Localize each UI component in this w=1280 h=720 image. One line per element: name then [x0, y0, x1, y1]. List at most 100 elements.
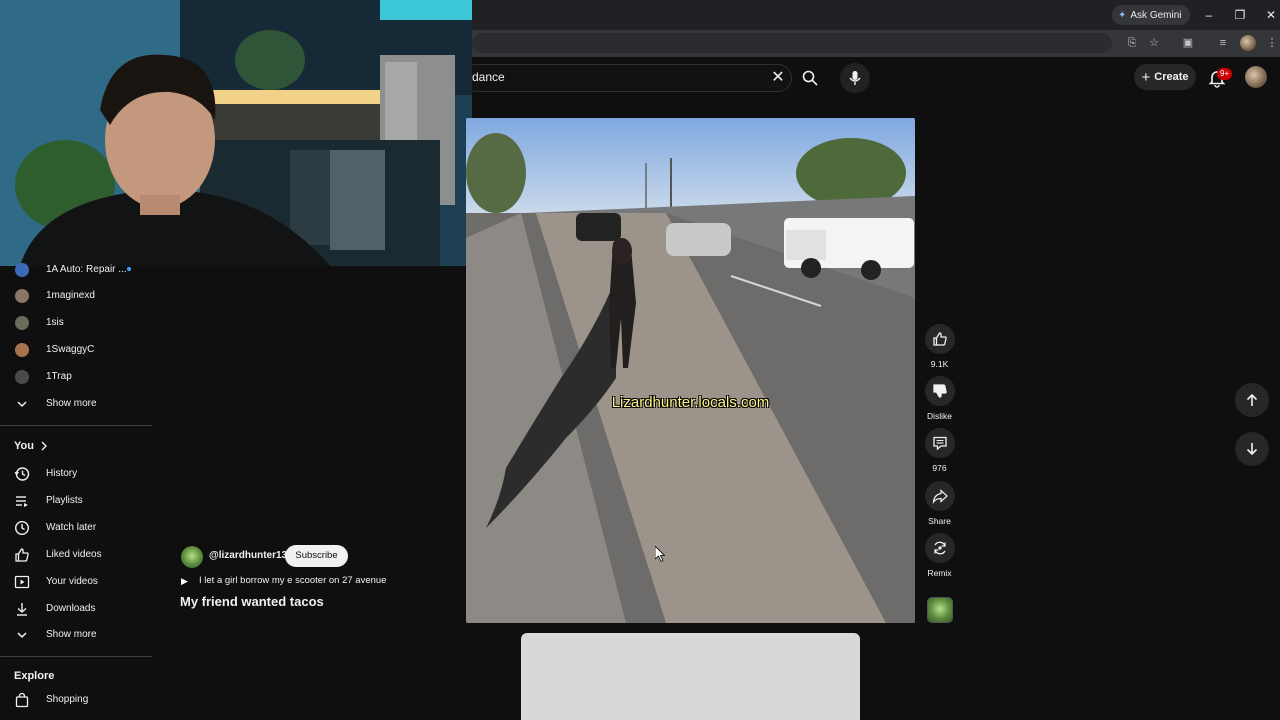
sidebar-item-your-videos[interactable]: Your videos — [0, 568, 152, 595]
sidebar-item-label: Watch later — [46, 522, 97, 533]
channel-avatar — [15, 369, 29, 384]
subscribe-button[interactable]: Subscribe — [285, 545, 348, 567]
next-short-preview[interactable] — [521, 633, 860, 720]
chevron-right-icon — [41, 441, 47, 451]
sidebar-item-subscription[interactable]: 1SwaggyC — [0, 336, 152, 363]
like-count: 9.1K — [930, 359, 949, 369]
previous-short-button[interactable] — [1235, 383, 1269, 417]
sidebar-divider — [0, 656, 152, 657]
sidebar-item-subscription[interactable]: 1A Auto: Repair ... — [0, 256, 152, 283]
search-box[interactable] — [462, 64, 792, 92]
remix-icon — [933, 541, 946, 555]
you-heading-label: You — [14, 440, 34, 452]
address-bar[interactable] — [472, 33, 1112, 53]
video-title: My friend wanted tacos — [180, 594, 324, 609]
share-icon — [932, 489, 948, 504]
microphone-icon — [849, 71, 861, 85]
search-icon — [802, 70, 818, 86]
side-panel-icon[interactable]: ▣ — [1180, 35, 1196, 51]
sidebar-item-shopping[interactable]: Shopping — [0, 686, 152, 713]
browser-menu-icon[interactable]: ⋮ — [1264, 35, 1280, 51]
create-label: Create — [1154, 71, 1189, 83]
sidebar-item-subscription[interactable]: 1Trap — [0, 363, 152, 390]
create-button[interactable]: + Create — [1134, 64, 1196, 90]
bookmark-star-icon[interactable]: ☆ — [1146, 35, 1162, 51]
channel-avatar[interactable] — [181, 546, 203, 568]
shorts-video-player[interactable]: Lizardhunter.locals.com — [466, 118, 915, 623]
sidebar-show-more-subscriptions[interactable]: Show more — [0, 390, 152, 417]
ask-gemini-label: Ask Gemini — [1130, 9, 1182, 21]
thumbs-up-icon — [932, 332, 947, 346]
minimize-window-icon[interactable]: – — [1198, 5, 1220, 25]
play-icon: ▶ — [181, 576, 188, 586]
channel-handle[interactable]: @lizardhunter13 — [209, 550, 287, 561]
comment-icon — [932, 436, 947, 451]
gemini-icon: ✦ — [1118, 9, 1127, 21]
chevron-down-icon — [14, 627, 30, 643]
remix-button[interactable]: Remix — [923, 533, 956, 578]
sidebar-item-subscription[interactable]: 1maginexd — [0, 282, 152, 309]
sidebar-explore-heading: Explore — [14, 670, 55, 682]
sidebar-item-label: Playlists — [46, 495, 83, 506]
browser-profile-avatar[interactable] — [1240, 35, 1256, 51]
new-content-dot — [127, 267, 131, 271]
search-input[interactable]: dance — [472, 70, 505, 84]
sidebar-item-liked-videos[interactable]: Liked videos — [0, 541, 152, 568]
thumbs-down-icon — [932, 384, 947, 398]
download-icon — [14, 601, 30, 617]
sidebar-item-playlists[interactable]: Playlists — [0, 487, 152, 514]
clock-icon — [14, 520, 30, 536]
sidebar-item-label: Downloads — [46, 603, 96, 614]
sidebar-item-history[interactable]: History — [0, 460, 152, 487]
webcam-overlay — [0, 0, 472, 266]
sidebar-item-label: 1SwaggyC — [46, 344, 95, 355]
channel-avatar — [15, 262, 29, 277]
like-button[interactable]: 9.1K — [923, 324, 956, 369]
next-short-button[interactable] — [1235, 432, 1269, 466]
sidebar-item-downloads[interactable]: Downloads — [0, 595, 152, 622]
install-app-icon[interactable]: ⎘ — [1124, 35, 1140, 51]
arrow-down-icon — [1246, 443, 1258, 456]
webcam-image — [0, 0, 472, 266]
sound-avatar[interactable] — [927, 597, 953, 623]
sidebar-item-label: Your videos — [46, 576, 98, 587]
suggested-video-link[interactable]: I let a girl borrow my e scooter on 27 a… — [199, 575, 386, 586]
voice-search-button[interactable] — [840, 63, 870, 93]
sidebar-show-more-you[interactable]: Show more — [0, 621, 152, 648]
sidebar-you-heading[interactable]: You — [14, 440, 48, 452]
search-button[interactable] — [795, 66, 825, 90]
sidebar-item-label: 1sis — [46, 317, 64, 328]
video-watermark: Lizardhunter.locals.com — [611, 394, 770, 411]
restore-window-icon[interactable]: ❐ — [1229, 5, 1251, 25]
comments-button[interactable]: 976 — [923, 428, 956, 473]
remix-label: Remix — [927, 568, 952, 578]
comment-count: 976 — [932, 463, 947, 473]
playlists-icon — [14, 493, 30, 509]
sidebar-item-label: Show more — [46, 629, 97, 640]
plus-icon: + — [1141, 68, 1151, 86]
your-videos-icon — [14, 574, 30, 590]
share-button[interactable]: Share — [923, 481, 956, 526]
close-window-icon[interactable]: ✕ — [1260, 5, 1280, 25]
sidebar-item-label: Liked videos — [46, 549, 102, 560]
sidebar-item-label: Shopping — [46, 694, 89, 705]
history-icon — [14, 466, 30, 482]
account-avatar[interactable] — [1245, 66, 1267, 88]
sidebar-item-subscription[interactable]: 1sis — [0, 309, 152, 336]
notification-badge: 9+ — [1217, 68, 1233, 80]
sidebar: 1A Auto: Repair ... 1maginexd 1sis 1Swag… — [0, 262, 152, 720]
chevron-down-icon — [14, 396, 30, 412]
mouse-cursor-icon — [655, 546, 665, 562]
clear-search-icon[interactable]: ✕ — [768, 68, 788, 88]
media-controls-icon[interactable]: ≡ — [1215, 35, 1231, 51]
sidebar-item-watch-later[interactable]: Watch later — [0, 514, 152, 541]
sidebar-item-label: Show more — [46, 398, 97, 409]
channel-avatar — [15, 288, 29, 303]
sidebar-item-label: 1Trap — [46, 371, 72, 382]
arrow-up-icon — [1246, 393, 1258, 406]
dislike-button[interactable]: Dislike — [923, 376, 956, 421]
ask-gemini-button[interactable]: ✦ Ask Gemini — [1112, 5, 1190, 25]
sidebar-item-label: History — [46, 468, 78, 479]
dislike-label: Dislike — [926, 411, 953, 421]
channel-avatar — [15, 342, 29, 357]
